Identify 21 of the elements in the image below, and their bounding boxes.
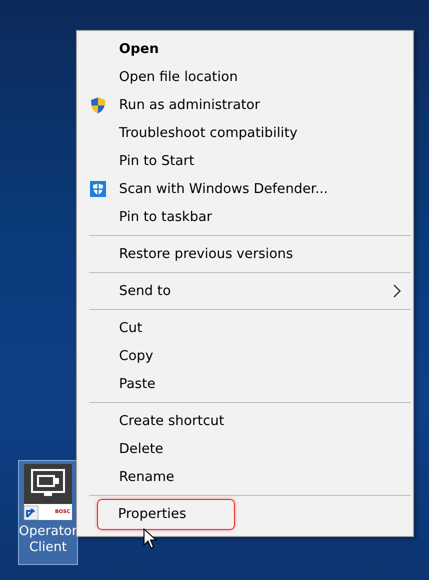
shield-icon: [90, 97, 106, 114]
menu-item[interactable]: Open: [119, 38, 159, 60]
menu-item[interactable]: Rename: [119, 466, 174, 488]
menu-item[interactable]: Pin to Start: [119, 150, 194, 172]
menu-item[interactable]: Delete: [119, 438, 164, 460]
menu-item[interactable]: Copy: [119, 346, 154, 366]
menu-item[interactable]: Scan with Windows Defender...: [119, 178, 328, 200]
cursor-icon: [143, 528, 157, 550]
shortcut-label: Operator Client: [18, 524, 78, 556]
menu-item[interactable]: Create shortcut: [119, 410, 224, 432]
menu-item[interactable]: Run as administrator: [119, 94, 260, 116]
menu-item[interactable]: Open file location: [119, 66, 238, 88]
menu-item[interactable]: Pin to taskbar: [119, 206, 212, 228]
menu-item[interactable]: Troubleshoot compatibility: [119, 122, 298, 144]
menu-item[interactable]: Cut: [119, 318, 142, 338]
shield-icon: [90, 181, 106, 197]
menu-item[interactable]: Send to: [119, 280, 171, 302]
highlighted-menu-item[interactable]: Properties: [97, 498, 235, 530]
menu-item[interactable]: Paste: [119, 374, 156, 394]
menu-item[interactable]: Restore previous versions: [119, 244, 294, 264]
monitor-icon: [22, 464, 74, 520]
